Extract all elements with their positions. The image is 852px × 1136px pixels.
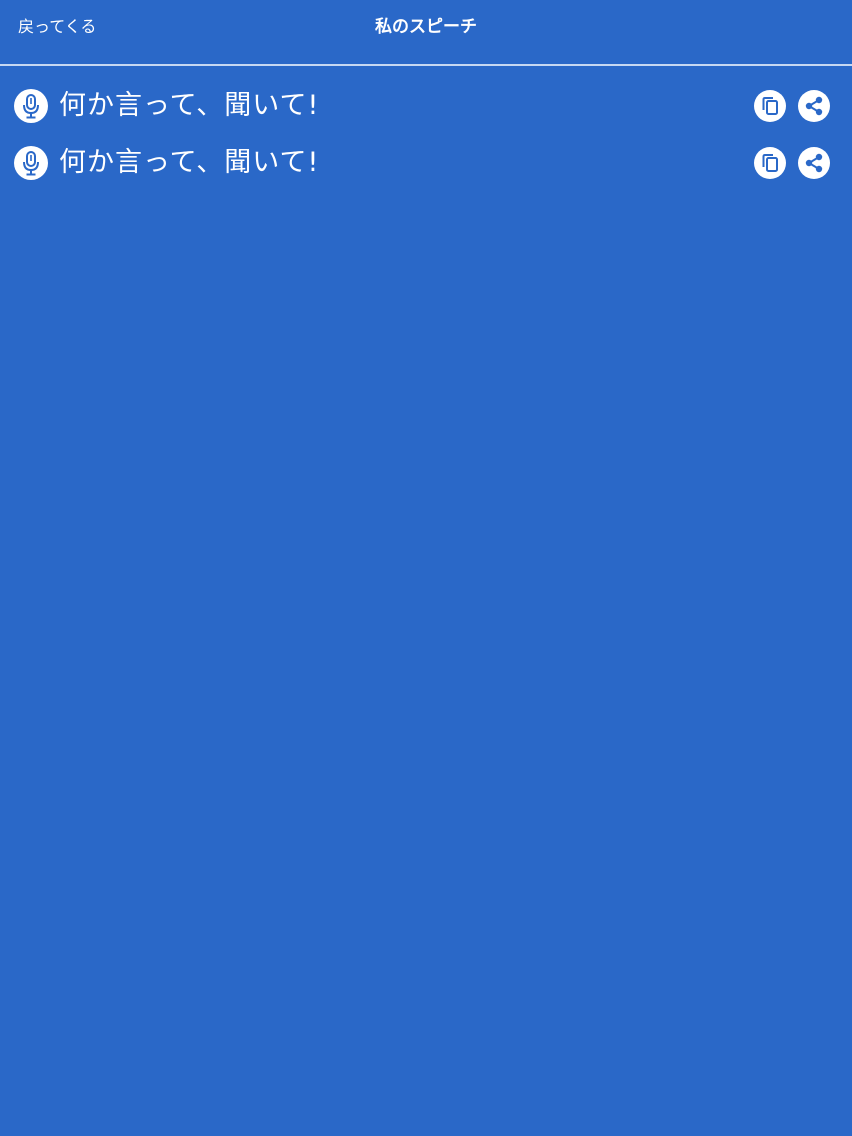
- speech-list: 何か言って、聞いて! 何か言って、聞いて!: [0, 79, 852, 193]
- share-icon[interactable]: [798, 90, 830, 122]
- nav-divider: [0, 64, 852, 66]
- speech-text: 何か言って、聞いて!: [59, 147, 320, 178]
- share-icon[interactable]: [798, 147, 830, 179]
- copy-icon[interactable]: [754, 90, 786, 122]
- navigation-bar: 戻ってくる 私のスピーチ: [0, 0, 852, 64]
- speech-text: 何か言って、聞いて!: [59, 90, 320, 121]
- microphone-icon: [14, 146, 48, 180]
- page-title: 私のスピーチ: [375, 17, 477, 37]
- speech-item: 何か言って、聞いて!: [0, 136, 852, 193]
- speech-item: 何か言って、聞いて!: [0, 79, 852, 136]
- microphone-icon: [14, 89, 48, 123]
- copy-icon[interactable]: [754, 147, 786, 179]
